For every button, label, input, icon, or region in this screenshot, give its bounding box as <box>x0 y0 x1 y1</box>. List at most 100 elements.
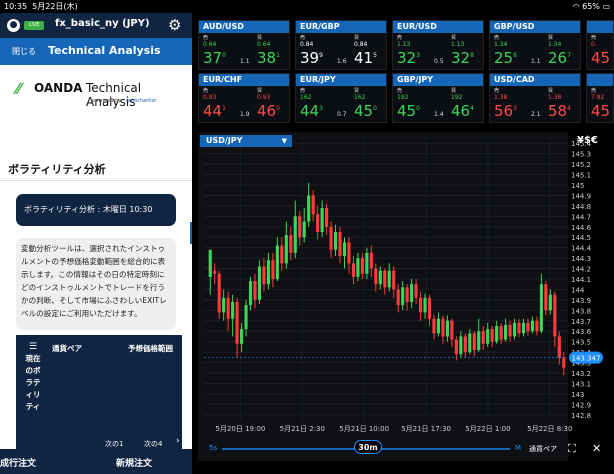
candle-body <box>468 333 472 353</box>
person-icon[interactable]: ● <box>7 19 20 32</box>
rate-tile-gbp-usd[interactable]: GBP/USD 売買 1.34 1.34 256 267 1.1 <box>489 20 581 70</box>
candle-body <box>266 260 270 285</box>
candle-body <box>450 320 454 340</box>
rate-tile-gbp-jpy[interactable]: GBP/JPY 売買 192 192 450 464 1.4 <box>392 73 484 123</box>
candle-body <box>553 294 557 337</box>
candle-body <box>490 329 494 342</box>
tile-spread: 0.7 <box>337 111 347 118</box>
status-date: 5月22日(木) <box>32 2 78 11</box>
candle-body <box>427 297 432 319</box>
tile-pair <box>587 21 613 33</box>
tile-sell-label: 売 <box>203 35 209 41</box>
candle-body <box>316 214 320 232</box>
tile-sell-label: 売 <box>300 35 306 41</box>
candle-body <box>418 297 423 313</box>
gear-icon[interactable]: ⚙ <box>168 16 181 34</box>
interval-thumb[interactable]: 30m <box>354 440 382 454</box>
pair-button[interactable]: 通貨ペア <box>529 444 557 454</box>
candle-body <box>284 235 288 264</box>
currency-glyph[interactable]: ¥$€ <box>577 135 598 146</box>
candle-body <box>342 242 347 257</box>
rate-tile-usd-cad[interactable]: USD/CAD 売買 1.38 1.38 563 584 2.1 <box>489 73 581 123</box>
tile-sell-pips[interactable]: 563 <box>494 102 517 120</box>
rate-tile-eur-jpy[interactable]: EUR/JPY 売買 162 162 443 450 0.7 <box>295 73 387 123</box>
candle-body <box>378 270 382 285</box>
tile-pair: GBP/JPY <box>393 74 483 86</box>
divider <box>0 180 192 181</box>
candle-body <box>333 232 338 250</box>
chevron-right-icon[interactable]: › <box>176 436 180 446</box>
rate-tile-eur-usd[interactable]: EUR/USD 売買 1.13 1.13 323 328 0.5 <box>392 20 484 70</box>
candle-body <box>356 258 360 277</box>
tile-buy-value: 1.34 <box>548 41 562 48</box>
candle-body <box>365 252 369 274</box>
tile-buy-value: 0.84 <box>354 41 368 48</box>
table-next-4[interactable]: 次の4 <box>144 439 162 449</box>
tile-sell-label: 売 <box>494 88 500 94</box>
tile-sell-pips[interactable]: 370 <box>203 49 226 67</box>
tile-buy-pips[interactable]: 450 <box>354 102 377 120</box>
rate-tile-aud-usd[interactable]: AUD/USD 売買 0.64 0.64 370 381 1.1 <box>198 20 290 70</box>
tile-sell-value: 1.38 <box>494 94 508 101</box>
tile-buy-value: 1.38 <box>548 94 562 101</box>
candle-body <box>396 289 400 306</box>
tile-sell-pips[interactable]: 323 <box>397 49 420 67</box>
tile-spread: 1.4 <box>434 111 444 118</box>
y-tick-label: 144 <box>571 286 585 294</box>
fullscreen-icon[interactable]: ⛶ <box>568 442 576 456</box>
symbol-selector[interactable]: USD/JPY ▼ <box>200 135 292 147</box>
tile-buy-pips[interactable]: 460 <box>257 102 280 120</box>
tile-sell-value: 0.84 <box>300 41 314 48</box>
y-tick-label: 142.9 <box>571 401 591 409</box>
tile-buy-pips[interactable]: 464 <box>451 102 474 120</box>
candle-body <box>244 305 248 330</box>
tile-buy-label: 買 <box>257 88 263 94</box>
tile-sell-pips[interactable]: 45 <box>591 102 610 120</box>
tile-buy-label: 買 <box>257 35 263 41</box>
account-name[interactable]: fx_basic_ny (JPY) <box>55 18 150 29</box>
table-next-1[interactable]: 次の1 <box>105 439 123 449</box>
candle-body <box>562 357 566 368</box>
tile-sell-pips[interactable]: 443 <box>300 102 323 120</box>
rate-tile-eur-chf[interactable]: EUR/CHF 売買 0.93 0.93 441 460 1.9 <box>198 73 290 123</box>
tile-sell-pips[interactable]: 441 <box>203 102 226 120</box>
y-tick-label: 145.3 <box>571 151 591 159</box>
tile-sell-pips[interactable]: 45 <box>591 49 610 67</box>
new-order-button[interactable]: 新規注文 <box>116 456 152 469</box>
market-order-button[interactable]: 成行注文 <box>0 456 36 469</box>
tile-buy-pips[interactable]: 381 <box>257 49 280 67</box>
rate-tile-partial[interactable]: 売 7.82 45 <box>586 73 614 123</box>
tile-sell-pips[interactable]: 399 <box>300 49 323 67</box>
candle-body <box>401 287 405 306</box>
tile-buy-pips[interactable]: 415 <box>354 49 377 67</box>
order-bar: 成行注文 新規注文 <box>0 449 192 474</box>
rate-tile-partial[interactable]: 売 0. 45 <box>586 20 614 70</box>
chart-svg[interactable]: 145.4145.3145.2145.1145144.9144.8144.714… <box>198 132 614 461</box>
tile-buy-label: 買 <box>451 88 457 94</box>
tile-buy-pips[interactable]: 584 <box>548 102 571 120</box>
price-chart[interactable]: 145.4 145.3 145.2 145.1 145 144.9 144.8 144.7 14… <box>198 132 614 461</box>
candle-body <box>548 294 552 311</box>
wifi-icon: ◠ <box>572 2 580 11</box>
candle-body <box>231 301 235 319</box>
tile-sell-value: 0.64 <box>203 41 217 48</box>
close-icon[interactable]: ✕ <box>592 442 601 455</box>
tile-sell-pips[interactable]: 450 <box>397 102 420 120</box>
tile-buy-label: 買 <box>451 35 457 41</box>
tile-buy-pips[interactable]: 328 <box>451 49 474 67</box>
volatility-time-pill[interactable]: ボラティリティ分析 : 木曜日 10:30 <box>16 194 176 226</box>
rate-tile-eur-gbp[interactable]: EUR/GBP 売買 0.84 0.84 399 415 1.6 <box>295 20 387 70</box>
y-tick-label: 143.9 <box>571 297 591 305</box>
tile-sell-value: 162 <box>300 94 312 101</box>
candle-body <box>432 318 436 334</box>
caret-down-icon: ▼ <box>281 137 287 145</box>
close-button[interactable]: 閉じる <box>12 46 36 57</box>
y-tick-label: 145.2 <box>571 161 591 169</box>
last-price-label: 143.347 <box>572 355 601 363</box>
candle-body <box>280 245 284 264</box>
tile-buy-pips[interactable]: 267 <box>548 49 571 67</box>
tile-pair: EUR/GBP <box>296 21 386 33</box>
tile-sell-pips[interactable]: 256 <box>494 49 517 67</box>
y-tick-label: 144.9 <box>571 192 591 200</box>
y-tick-label: 144.5 <box>571 234 591 242</box>
